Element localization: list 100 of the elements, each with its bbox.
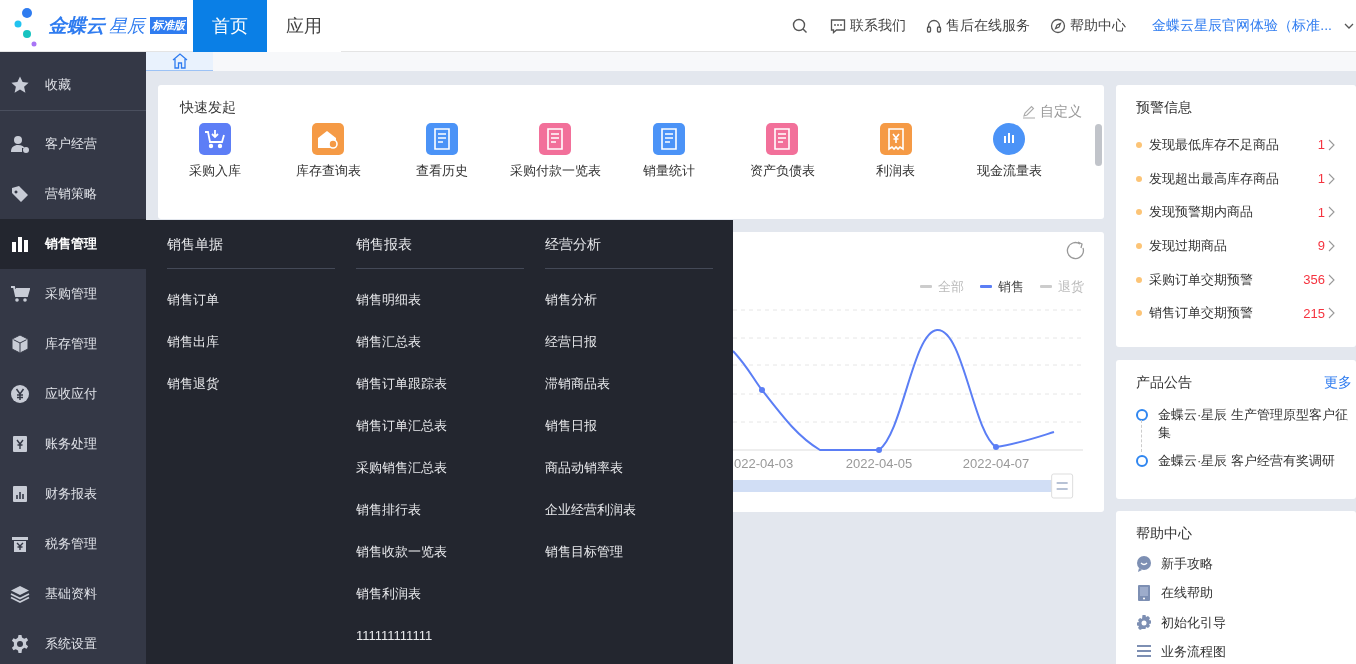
menu-item[interactable]: 销售订单 (167, 279, 335, 321)
menu-item[interactable]: 销售利润表 (356, 573, 524, 615)
report-icon (10, 484, 30, 504)
menu-item[interactable]: 滞销商品表 (545, 363, 713, 405)
person-icon (10, 134, 30, 154)
headset-icon (926, 17, 943, 34)
sidebar-item[interactable]: 基础资料 (0, 569, 146, 619)
tablet-icon (1136, 585, 1152, 602)
tag-icon (10, 184, 30, 204)
nav-tab[interactable]: 首页 (193, 0, 267, 52)
menu-item[interactable]: 销售日报 (545, 405, 713, 447)
quick-launch-item[interactable]: 采购入库 (158, 123, 272, 180)
alert-item[interactable]: 采购订单交期预警 356 (1136, 262, 1336, 297)
chevron-right-icon (1328, 239, 1336, 252)
menu-item[interactable]: 销售出库 (167, 321, 335, 363)
sidebar-item[interactable]: 营销策略 (0, 169, 146, 219)
axis-label: 022-04-03 (734, 456, 794, 471)
scrollbar-thumb[interactable] (1095, 124, 1102, 166)
chevron-down-icon[interactable] (1344, 21, 1354, 30)
data-point (993, 444, 999, 450)
menu-item[interactable]: 销售排行表 (356, 489, 524, 531)
quick-launch-item[interactable]: 利润表 (839, 123, 953, 180)
header-link[interactable]: 联系我们 (830, 16, 907, 35)
refresh-icon[interactable] (1066, 241, 1085, 260)
sidebar-item[interactable]: 收藏 (0, 60, 146, 111)
header-link[interactable]: 售后在线服务 (926, 16, 1031, 35)
sidebar-item[interactable]: 销售管理 (0, 219, 146, 269)
chevron-right-icon (1328, 307, 1336, 320)
home-icon (170, 52, 189, 70)
menu-item[interactable]: 销售退货 (167, 363, 335, 405)
sidebar-item[interactable]: 税务管理 (0, 519, 146, 569)
star-icon (10, 75, 30, 95)
search-icon[interactable] (792, 17, 809, 34)
quick-launch-item[interactable]: 资产负债表 (725, 123, 839, 180)
menu-item[interactable]: 销售明细表 (356, 279, 524, 321)
menu-item[interactable]: 111111111111 (356, 615, 524, 657)
sidebar-item[interactable]: 财务报表 (0, 469, 146, 519)
help-link[interactable]: 新手攻略 (1136, 549, 1336, 579)
sidebar-item[interactable]: 系统设置 (0, 619, 146, 664)
timeline-ring-icon (1136, 409, 1148, 421)
quick-launch-item[interactable]: 库存查询表 (271, 123, 385, 180)
chat-icon (830, 17, 847, 34)
card-title: 预警信息 (1136, 99, 1193, 117)
card-title: 帮助中心 (1136, 525, 1193, 543)
help-link[interactable]: 业务流程图 (1136, 637, 1336, 664)
alert-item[interactable]: 发现预警期内商品 1 (1136, 195, 1336, 230)
edition-badge: 标准版 (150, 17, 187, 34)
menu-heading: 经营分析 (545, 220, 713, 269)
help-link[interactable]: 初始化引导 (1136, 608, 1336, 638)
announcement-link[interactable]: 金蝶云·星辰 客户经营有奖调研 (1158, 452, 1335, 470)
bar-chart-icon (10, 234, 30, 254)
menu-heading: 销售报表 (356, 220, 524, 269)
sidebar-item[interactable]: 客户经营 (0, 119, 146, 169)
menu-item[interactable]: 商品动销率表 (545, 447, 713, 489)
card-title: 产品公告 (1136, 374, 1192, 392)
menu-item[interactable]: 销售订单跟踪表 (356, 363, 524, 405)
menu-item[interactable]: 销售汇总表 (356, 321, 524, 363)
zoom-slider[interactable] (733, 473, 1074, 499)
menu-item[interactable]: 销售订单汇总表 (356, 405, 524, 447)
logo-brand: 金蝶云 (48, 13, 105, 38)
chevron-right-icon (1328, 206, 1336, 219)
sidebar-item[interactable]: 应收应付 (0, 369, 146, 419)
legend-item[interactable]: 销售 (980, 279, 1024, 294)
account-link[interactable]: 金蝶云星辰官网体验（标准... (1152, 16, 1332, 35)
menu-item[interactable]: 销售分析 (545, 279, 713, 321)
alert-item[interactable]: 发现过期商品 9 (1136, 229, 1336, 263)
alert-item[interactable]: 发现超出最高库存商品 1 (1136, 161, 1336, 196)
yen-document-icon (10, 434, 30, 454)
chat-icon (1136, 555, 1152, 572)
menu-item[interactable]: 经营日报 (545, 321, 713, 363)
help-link[interactable]: 在线帮助 (1136, 578, 1336, 608)
alert-item[interactable]: 发现最低库存不足商品 1 (1136, 128, 1336, 162)
timeline-ring-icon (1136, 455, 1148, 467)
chevron-right-icon (1328, 138, 1336, 151)
quick-launch-item[interactable]: 销量统计 (612, 123, 726, 180)
data-point (759, 387, 765, 393)
settings-icon (1136, 614, 1152, 631)
sidebar-item[interactable]: 采购管理 (0, 269, 146, 319)
quick-launch-item[interactable]: 查看历史 (385, 123, 499, 180)
menu-item[interactable]: 企业经营利润表 (545, 489, 713, 531)
home-tab[interactable] (146, 52, 213, 71)
yen-coin-icon (10, 384, 30, 404)
menu-item[interactable]: 销售收款一览表 (356, 531, 524, 573)
axis-label: 2022-04-07 (962, 456, 1030, 471)
cart-icon (10, 284, 30, 304)
chevron-right-icon (1328, 172, 1336, 185)
pencil-icon (1022, 105, 1036, 119)
compass-icon (1050, 17, 1067, 34)
menu-item[interactable]: 采购销售汇总表 (356, 447, 524, 489)
alert-item[interactable]: 销售订单交期预警 215 (1136, 296, 1336, 331)
slider-handle[interactable] (1051, 473, 1074, 499)
menu-item[interactable]: 销售目标管理 (545, 531, 713, 573)
sidebar-item[interactable]: 账务处理 (0, 419, 146, 469)
more-link[interactable]: 更多 (1324, 374, 1352, 392)
quick-launch-item[interactable]: 采购付款一览表 (498, 123, 612, 180)
quick-launch-item[interactable]: 现金流量表 (952, 123, 1066, 180)
sidebar-item[interactable]: 库存管理 (0, 319, 146, 369)
card-title: 快速发起 (180, 99, 236, 117)
announcement-link[interactable]: 金蝶云·星辰 生产管理原型客户征集 (1158, 406, 1352, 442)
header-link[interactable]: 帮助中心 (1050, 16, 1127, 35)
